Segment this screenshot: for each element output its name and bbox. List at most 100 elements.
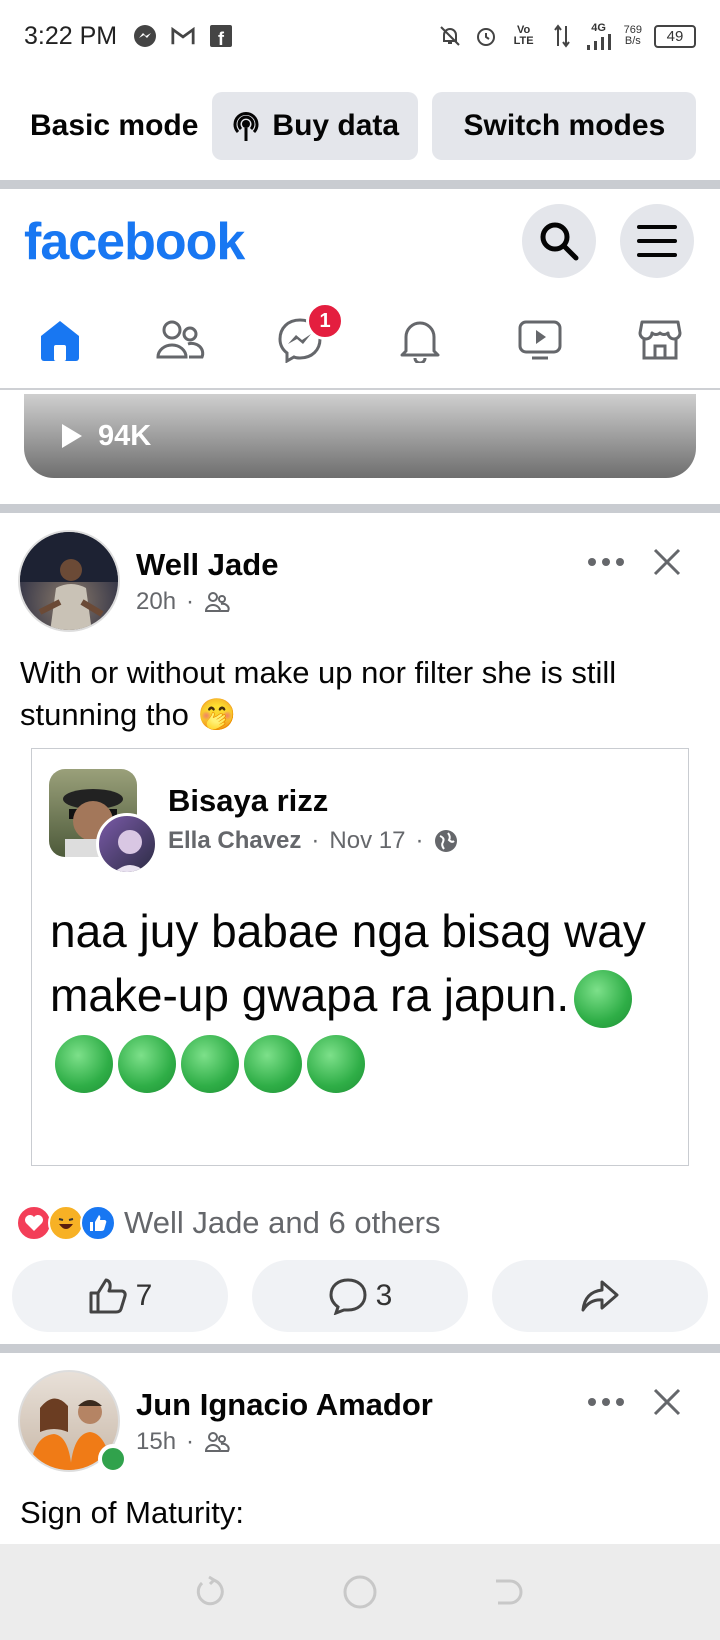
switch-modes-label: Switch modes bbox=[463, 109, 666, 142]
messenger-icon bbox=[133, 24, 157, 48]
buy-data-label: Buy data bbox=[272, 109, 400, 142]
shared-author-name[interactable]: Ella Chavez bbox=[168, 827, 301, 855]
comment-button[interactable]: 3 bbox=[252, 1260, 468, 1332]
meta-dot: · bbox=[186, 1428, 195, 1455]
facebook-logo[interactable]: facebook bbox=[24, 212, 245, 272]
author-photo bbox=[114, 830, 146, 872]
mode-bar: Basic mode Buy data Switch modes bbox=[0, 86, 720, 166]
gmail-icon bbox=[171, 24, 195, 48]
battery-indicator: 49 bbox=[654, 24, 696, 48]
mute-bell-icon bbox=[438, 24, 462, 48]
broadcast-icon bbox=[228, 108, 264, 144]
close-icon[interactable] bbox=[645, 540, 689, 584]
tab-bar: 1 bbox=[0, 300, 720, 390]
shared-post-text-content: naa juy babae nga bisag way make-up gwap… bbox=[50, 905, 646, 1021]
tab-messenger[interactable]: 1 bbox=[270, 302, 344, 370]
close-icon[interactable] bbox=[645, 1380, 689, 1424]
shared-post-meta: Ella Chavez · Nov 17 · bbox=[168, 827, 459, 855]
separator bbox=[0, 1344, 720, 1353]
friends-icon bbox=[156, 320, 205, 359]
post-meta: 20h · bbox=[136, 588, 230, 616]
love-reaction-icon bbox=[16, 1205, 52, 1241]
signal-indicator: 4G bbox=[586, 22, 612, 50]
shared-post-card[interactable]: Bisaya rizz Ella Chavez · Nov 17 · naa j… bbox=[31, 748, 689, 1166]
post-author[interactable]: Well Jade bbox=[136, 547, 278, 583]
video-card-footer[interactable]: 94K bbox=[24, 394, 696, 478]
separator bbox=[0, 180, 720, 189]
buy-data-button[interactable]: Buy data bbox=[212, 92, 419, 160]
online-status-dot bbox=[98, 1444, 128, 1474]
search-button[interactable] bbox=[522, 204, 596, 278]
meta-dot: · bbox=[186, 588, 195, 615]
green-circle-emoji bbox=[244, 1034, 302, 1093]
friends-audience-icon bbox=[205, 592, 230, 612]
comment-icon bbox=[329, 1278, 367, 1315]
reactions-summary[interactable]: Well Jade and 6 others bbox=[16, 1205, 441, 1241]
home-icon bbox=[41, 321, 79, 361]
post-time[interactable]: 15h bbox=[136, 1428, 176, 1456]
facebook-notification-icon: f bbox=[209, 24, 233, 48]
hamburger-menu-icon bbox=[637, 225, 677, 257]
friends-audience-icon bbox=[205, 1432, 230, 1452]
signal-bars-icon bbox=[586, 33, 611, 50]
tab-friends[interactable] bbox=[150, 310, 210, 370]
home-button-icon[interactable] bbox=[342, 1574, 378, 1610]
green-circle-emoji bbox=[55, 1034, 113, 1093]
like-reaction-icon bbox=[80, 1205, 116, 1241]
alarm-icon bbox=[474, 24, 498, 48]
video-icon bbox=[518, 320, 562, 360]
marketplace-icon bbox=[638, 320, 682, 360]
switch-modes-button[interactable]: Switch modes bbox=[432, 92, 697, 160]
messenger-badge: 1 bbox=[306, 302, 344, 340]
meta-dot: · bbox=[415, 827, 424, 854]
more-options-icon[interactable] bbox=[584, 540, 628, 584]
post-text: Sign of Maturity: bbox=[20, 1495, 244, 1530]
system-navigation-bar bbox=[0, 1544, 720, 1640]
fb-header: facebook bbox=[0, 190, 720, 290]
post-text: With or without make up nor filter she i… bbox=[20, 655, 617, 732]
profile-photo bbox=[20, 532, 118, 630]
comment-count: 3 bbox=[375, 1279, 393, 1312]
author-avatar[interactable] bbox=[96, 813, 158, 875]
volte-label: Vo LTE bbox=[513, 24, 534, 47]
basic-mode-label: Basic mode bbox=[30, 109, 199, 142]
shared-post-date[interactable]: Nov 17 bbox=[329, 827, 405, 855]
share-button[interactable] bbox=[492, 1260, 708, 1332]
shared-post-text: naa juy babae nga bisag way make-up gwap… bbox=[50, 899, 670, 1093]
meta-dot: · bbox=[311, 827, 320, 854]
tab-home[interactable] bbox=[30, 310, 90, 370]
bell-icon bbox=[400, 321, 440, 363]
tab-marketplace[interactable] bbox=[630, 310, 690, 370]
thumbs-up-icon bbox=[89, 1278, 127, 1314]
green-circle-emoji bbox=[118, 1034, 176, 1093]
post-meta: 15h · bbox=[136, 1428, 230, 1456]
reactions-text: Well Jade and 6 others bbox=[124, 1205, 441, 1240]
data-arrows-icon bbox=[550, 24, 574, 48]
post-author[interactable]: Jun Ignacio Amador bbox=[136, 1387, 433, 1423]
avatar[interactable] bbox=[18, 530, 120, 632]
separator bbox=[0, 504, 720, 513]
tab-watch[interactable] bbox=[510, 310, 570, 370]
post-time[interactable]: 20h bbox=[136, 588, 176, 616]
svg-text:f: f bbox=[218, 29, 225, 47]
shared-group-name[interactable]: Bisaya rizz bbox=[168, 783, 328, 819]
menu-button[interactable] bbox=[620, 204, 694, 278]
green-circle-emoji bbox=[574, 969, 633, 1028]
back-icon[interactable] bbox=[490, 1575, 524, 1609]
more-options-icon[interactable] bbox=[584, 1380, 628, 1424]
status-time: 3:22 PM bbox=[24, 21, 118, 50]
like-button[interactable]: 7 bbox=[12, 1260, 228, 1332]
globe-icon bbox=[435, 830, 458, 852]
green-circle-emoji bbox=[181, 1034, 239, 1093]
green-circle-emoji bbox=[307, 1034, 365, 1093]
share-arrow-icon bbox=[581, 1280, 619, 1312]
net-speed: 769 B/s bbox=[623, 24, 642, 47]
video-view-count: 94K bbox=[98, 419, 152, 452]
tab-notifications[interactable] bbox=[390, 310, 450, 370]
status-bar: 3:22 PM f Vo LTE 4G 769 B/s 49 bbox=[0, 0, 720, 72]
search-icon bbox=[540, 222, 579, 261]
play-icon bbox=[62, 424, 82, 448]
recent-apps-icon[interactable] bbox=[196, 1575, 230, 1609]
haha-reaction-icon bbox=[48, 1205, 84, 1241]
like-count: 7 bbox=[135, 1279, 153, 1312]
